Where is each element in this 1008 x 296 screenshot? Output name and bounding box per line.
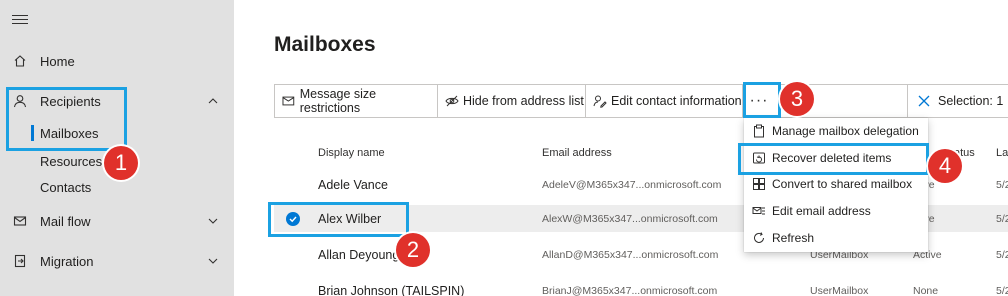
sidebar-item-label: Migration: [40, 253, 94, 269]
refresh-icon: [754, 232, 764, 243]
message-size-restrictions-button[interactable]: Message size restrictions: [275, 85, 438, 117]
menu-item-label: Manage mailbox delegation: [772, 124, 919, 138]
callout-box-recover-deleted: [738, 143, 929, 175]
clipboard-icon: [754, 124, 764, 138]
button-label: Message size restrictions: [299, 87, 377, 115]
row-display-name: Allan Deyoung: [318, 248, 400, 262]
callout-badge-2: 2: [396, 233, 430, 267]
mail-size-icon: [282, 96, 295, 106]
row-email: AlexW@M365x347...onmicrosoft.com: [542, 213, 718, 225]
convert-icon: [753, 178, 765, 190]
chevron-down-icon[interactable]: [206, 214, 220, 228]
mail-icon: [12, 213, 28, 229]
menu-item-manage-delegation[interactable]: Manage mailbox delegation: [744, 118, 928, 144]
person-edit-icon: [593, 95, 607, 108]
row-display-name: Adele Vance: [318, 178, 388, 192]
sidebar-item-home[interactable]: Home: [0, 49, 234, 73]
callout-badge-1: 1: [104, 146, 138, 180]
row-date: 5/2: [996, 213, 1008, 225]
row-status: None: [913, 285, 939, 296]
menu-item-refresh[interactable]: Refresh: [744, 225, 928, 251]
row-email: AdeleV@M365x347...onmicrosoft.com: [542, 179, 722, 191]
row-email: AllanD@M365x347...onmicrosoft.com: [542, 249, 719, 261]
row-date: 5/2: [996, 285, 1008, 296]
migration-icon: [12, 253, 28, 269]
edit-email-icon: [752, 207, 765, 215]
callout-box-recipients: [6, 87, 127, 151]
chevron-down-icon[interactable]: [206, 254, 220, 268]
sidebar-item-label: Mail flow: [40, 213, 91, 229]
menu-item-label: Refresh: [772, 231, 815, 245]
sidebar-item-mail-flow[interactable]: Mail flow: [0, 209, 234, 233]
row-display-name: Brian Johnson (TAILSPIN): [318, 284, 465, 296]
column-header-last[interactable]: La: [996, 147, 1008, 159]
callout-badge-4: 4: [928, 149, 962, 183]
hamburger-menu-icon[interactable]: [12, 12, 28, 26]
eye-hide-icon: [445, 95, 459, 107]
row-type: UserMailbox: [810, 285, 869, 296]
row-date: 5/2: [996, 249, 1008, 261]
selection-label: Selection: 1: [938, 94, 1004, 108]
row-email: BrianJ@M365x347...onmicrosoft.com: [542, 285, 718, 296]
table-row[interactable]: Brian Johnson (TAILSPIN) BrianJ@M365x347…: [274, 277, 1008, 296]
selection-button[interactable]: Selection: 1: [907, 85, 1008, 117]
page-title: Mailboxes: [274, 33, 376, 56]
button-label: Hide from address list: [463, 94, 584, 108]
more-options-menu: Manage mailbox delegation Recover delete…: [744, 118, 928, 252]
callout-box-more-options: [743, 82, 781, 118]
sidebar-item-label: Home: [40, 53, 75, 69]
home-icon: [12, 53, 28, 69]
row-date: 5/2: [996, 179, 1008, 191]
menu-item-edit-email[interactable]: Edit email address: [744, 198, 928, 224]
sidebar-item-migration[interactable]: Migration: [0, 249, 234, 273]
menu-item-label: Edit email address: [772, 204, 871, 218]
button-label: Edit contact information: [611, 94, 742, 108]
callout-box-alex-wilber: [268, 202, 409, 237]
close-icon: [918, 95, 930, 107]
callout-badge-3: 3: [780, 82, 814, 116]
sidebar-item-label: Resources: [40, 153, 103, 169]
sidebar-item-label: Contacts: [40, 179, 92, 195]
hide-from-address-list-button[interactable]: Hide from address list: [438, 85, 586, 117]
edit-contact-information-button[interactable]: Edit contact information: [586, 85, 743, 117]
exchange-admin-screen: Home Recipients Mailboxes Resources Cont…: [0, 0, 1008, 296]
column-header-display-name[interactable]: Display name: [318, 147, 385, 159]
column-header-email[interactable]: Email address: [542, 147, 612, 159]
chevron-up-icon[interactable]: [206, 94, 220, 108]
menu-item-label: Convert to shared mailbox: [772, 177, 913, 191]
command-bar: Message size restrictions Hide from addr…: [274, 84, 1008, 118]
